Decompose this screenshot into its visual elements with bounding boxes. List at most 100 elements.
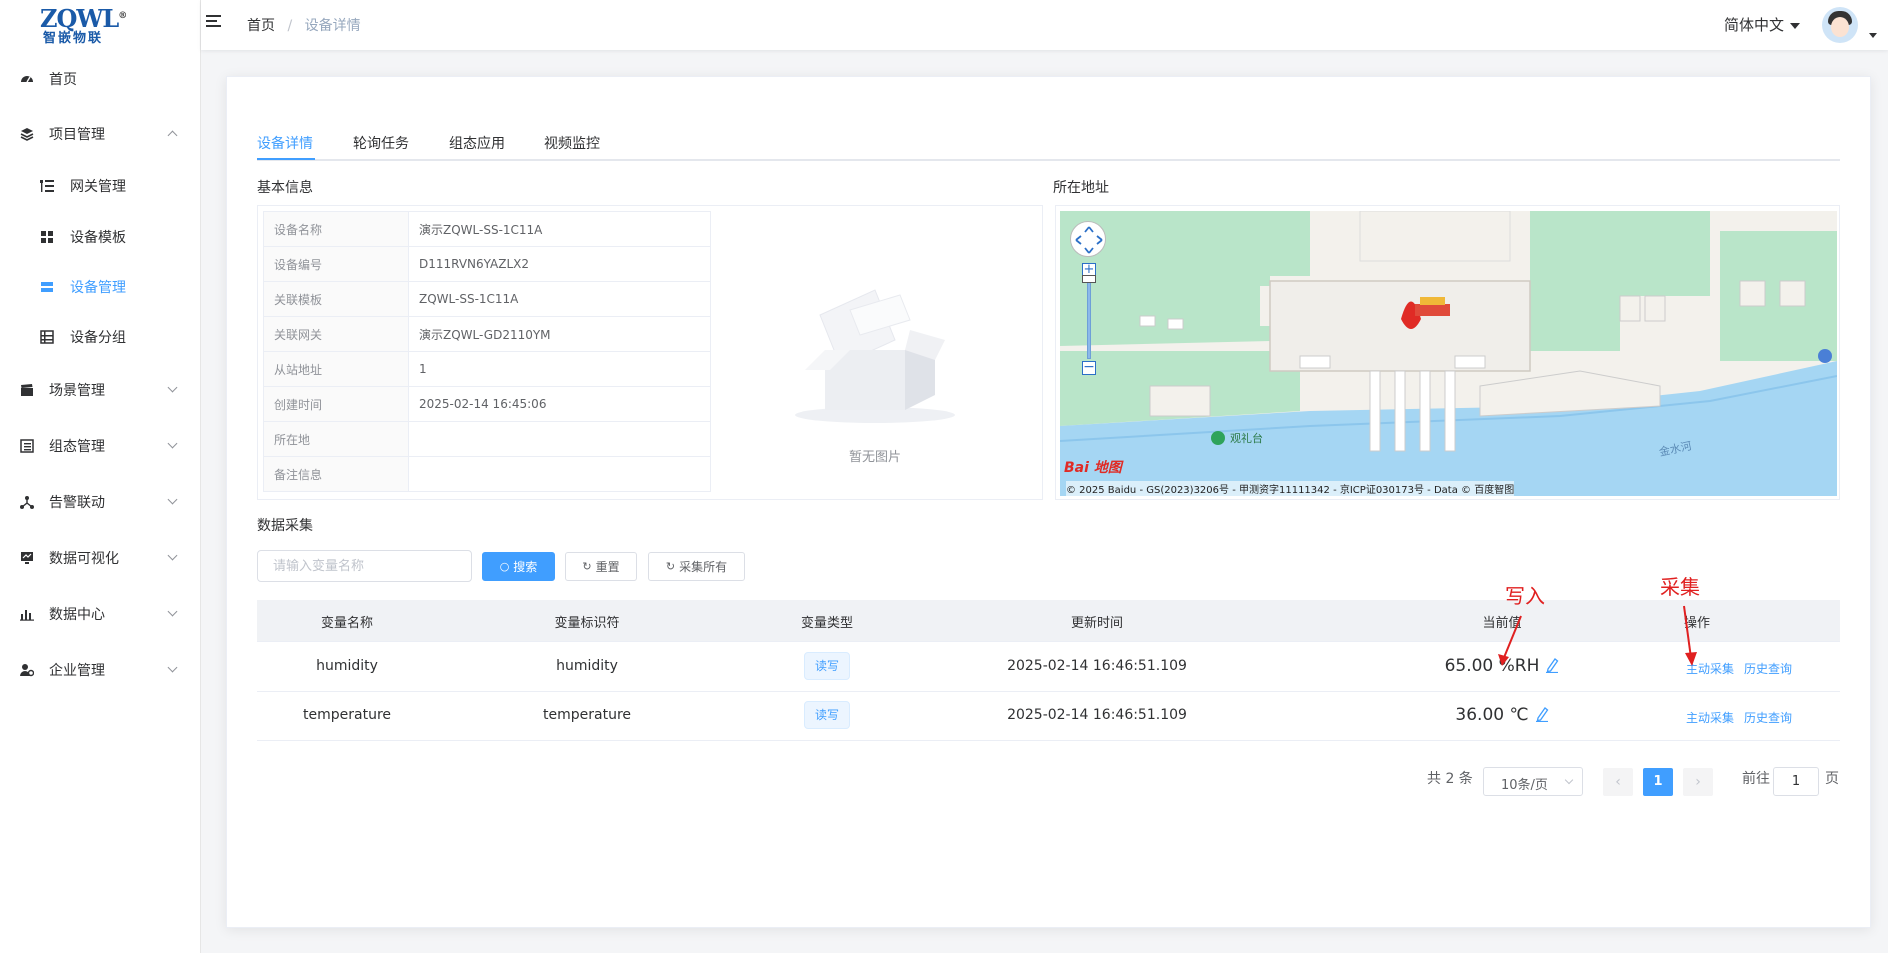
chevron-down-icon — [167, 382, 178, 393]
sidebar-item-label: 数据中心 — [49, 607, 105, 623]
logo-subtext: 智嵌物联 — [43, 31, 104, 46]
annotation-write: 写入 — [1505, 584, 1545, 608]
goto-page-input[interactable]: 1 — [1773, 767, 1819, 796]
tab-video[interactable]: 视频监控 — [544, 133, 600, 153]
info-key: 设备名称 — [263, 211, 409, 247]
next-page-button[interactable]: › — [1683, 768, 1713, 796]
caret-down-icon — [1790, 22, 1801, 29]
sidebar-item-label: 数据可视化 — [49, 551, 119, 567]
tab-configuration[interactable]: 组态应用 — [449, 133, 505, 153]
goto-suffix: 页 — [1825, 771, 1839, 787]
pagination-total: 共 2 条 — [1427, 771, 1473, 787]
sidebar-item-device[interactable]: 设备管理 — [0, 259, 200, 315]
table-row: temperature temperature 读写 36.00 ℃ 2025-… — [257, 692, 1840, 741]
reset-button[interactable]: ↻ 重置 — [565, 552, 637, 581]
info-row: 关联模板 ZQWL-SS-1C11A — [263, 281, 711, 317]
cell-identifier: temperature — [543, 707, 631, 723]
sidebar-item-project[interactable]: 项目管理 — [0, 106, 200, 162]
chevron-down-icon — [167, 550, 178, 561]
chevron-down-icon — [167, 606, 178, 617]
page-number-current[interactable]: 1 — [1643, 768, 1673, 796]
breadcrumb-home[interactable]: 首页 — [247, 18, 275, 34]
cell-type: 读写 — [737, 652, 917, 686]
dashboard-icon — [20, 72, 34, 86]
map-copyright: © 2025 Baidu - GS(2023)3206号 - 甲测资字11111… — [1066, 481, 1515, 496]
map-canvas[interactable]: 观礼台 金水河 + − Bai 地图 © 2025 Baidu - GS(202… — [1060, 211, 1837, 496]
avatar[interactable] — [1822, 7, 1858, 43]
page-size-select[interactable]: 10条/页 — [1483, 767, 1583, 796]
layers-icon — [20, 127, 34, 141]
sidebar-item-visualization[interactable]: 数据可视化 — [0, 530, 200, 586]
sidebar-item-label: 企业管理 — [49, 663, 105, 679]
detail-tabs: 设备详情 轮询任务 组态应用 视频监控 — [257, 131, 1840, 161]
sidebar-item-gateway[interactable]: 网关管理 — [0, 158, 200, 214]
sidebar-item-group[interactable]: 设备分组 — [0, 309, 200, 365]
baidu-map-logo[interactable]: Bai 地图 — [1064, 457, 1122, 477]
map-zoom-out-button[interactable]: − — [1082, 360, 1096, 375]
column-header-type: 变量类型 — [800, 616, 853, 631]
info-key: 设备编号 — [263, 246, 409, 282]
sidebar-item-template[interactable]: 设备模板 — [0, 209, 200, 265]
info-row: 从站地址 1 — [263, 351, 711, 387]
table-row: humidity humidity 读写 2025-02-14 16:46:51… — [257, 643, 1840, 692]
map-pan-control[interactable] — [1070, 221, 1106, 257]
sidebar-item-alarm[interactable]: 告警联动 — [0, 474, 200, 530]
sidebar-item-label: 告警联动 — [49, 495, 105, 511]
prev-page-button[interactable]: ‹ — [1603, 768, 1633, 796]
map-zoom-handle[interactable] — [1082, 275, 1096, 283]
language-selector[interactable]: 简体中文 — [1724, 14, 1801, 35]
top-header — [201, 0, 1888, 50]
sidebar-item-label: 首页 — [49, 72, 77, 88]
info-value: 2025-02-14 16:45:06 — [408, 386, 711, 422]
current-value: 65.00 %RH — [1444, 656, 1540, 676]
info-value — [408, 456, 711, 492]
map-zoom-slider[interactable] — [1087, 279, 1091, 359]
collect-all-button[interactable]: ↻ 采集所有 — [648, 552, 745, 581]
sidebar-item-home[interactable]: 首页 — [0, 51, 200, 107]
brand-logo[interactable]: ZQWL® 智嵌物联 — [40, 4, 127, 48]
breadcrumb: 首页 / 设备详情 — [247, 15, 361, 35]
info-key: 关联网关 — [263, 316, 409, 352]
edit-pen-icon[interactable] — [1545, 657, 1559, 677]
search-button[interactable]: ○ 搜索 — [482, 552, 555, 581]
sidebar-item-label: 场景管理 — [49, 383, 105, 399]
basic-info-title: 基本信息 — [257, 180, 313, 196]
logo-text: ZQWL® — [40, 4, 127, 33]
info-value: D111RVN6YAZLX2 — [408, 246, 711, 282]
chevron-down-icon — [167, 662, 178, 673]
info-key: 创建时间 — [263, 386, 409, 422]
active-collect-link[interactable]: 主动采集 — [1686, 709, 1734, 726]
tab-device-detail[interactable]: 设备详情 — [257, 133, 313, 153]
info-key: 所在地 — [263, 421, 409, 457]
sidebar-item-data-center[interactable]: 数据中心 — [0, 586, 200, 642]
history-query-link[interactable]: 历史查询 — [1744, 709, 1792, 726]
menu-toggle-icon[interactable] — [206, 15, 223, 31]
sidebar: ZQWL® 智嵌物联 首页 项目管理 网关管理 设备模板 设备管理 设备分组 场… — [0, 0, 201, 953]
column-header-updated: 更新时间 — [1070, 616, 1123, 631]
page-size-value: 10条/页 — [1501, 778, 1548, 793]
annotation-arrow-write — [1498, 615, 1522, 666]
sidebar-item-enterprise[interactable]: 企业管理 — [0, 642, 200, 698]
search-button-label: 搜索 — [513, 560, 538, 574]
info-row: 备注信息 — [263, 456, 711, 492]
caret-down-icon[interactable] — [1869, 33, 1877, 38]
info-value: ZQWL-SS-1C11A — [408, 281, 711, 317]
sidebar-item-config[interactable]: 组态管理 — [0, 418, 200, 474]
type-tag: 读写 — [803, 701, 850, 729]
current-value: 36.00 ℃ — [1455, 705, 1529, 725]
edit-pen-icon[interactable] — [1535, 706, 1549, 726]
column-header-identifier: 变量标识符 — [554, 616, 620, 631]
map-container[interactable]: 观礼台 金水河 + − Bai 地图 © 2025 Baidu - GS(202… — [1055, 205, 1840, 500]
map-tiles: 观礼台 金水河 — [1060, 211, 1837, 496]
sidebar-item-label: 设备分组 — [70, 330, 126, 346]
tab-polling[interactable]: 轮询任务 — [353, 133, 409, 153]
location-title: 所在地址 — [1053, 180, 1109, 196]
variable-search-input[interactable] — [257, 550, 472, 582]
cell-name: humidity — [316, 658, 378, 674]
clapper-icon — [20, 383, 34, 397]
history-query-link[interactable]: 历史查询 — [1744, 660, 1792, 677]
server-icon — [40, 280, 54, 294]
sidebar-item-label: 设备模板 — [70, 230, 126, 246]
info-row: 设备名称 演示ZQWL-SS-1C11A — [263, 211, 711, 247]
sidebar-item-scene[interactable]: 场景管理 — [0, 362, 200, 418]
